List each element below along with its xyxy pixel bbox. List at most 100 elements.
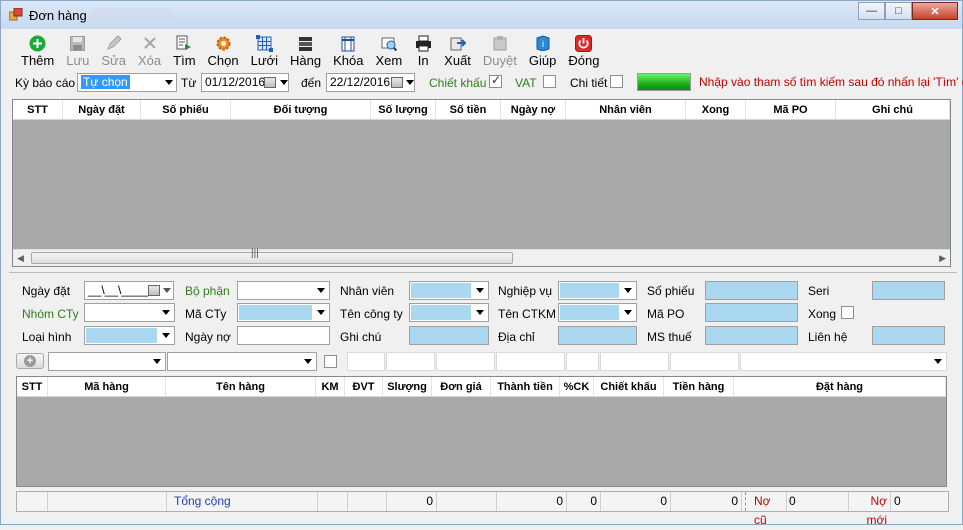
add-button[interactable]: Thêm (15, 33, 60, 69)
business-select[interactable] (558, 281, 637, 300)
lock-icon (339, 34, 357, 52)
voucher-label: Số phiếu (647, 284, 695, 298)
orders-grid[interactable]: STT Ngày đặt Số phiếu Đối tượng Số lượng… (12, 99, 951, 267)
edit-button[interactable]: Sửa (95, 33, 132, 69)
col-qty[interactable]: Số lượng (371, 100, 436, 119)
chevron-down-icon (153, 359, 161, 364)
unit-cell[interactable] (347, 352, 385, 371)
maximize-button[interactable]: □ (885, 2, 912, 20)
col-stt[interactable]: STT (13, 100, 63, 119)
company-name-select[interactable] (409, 303, 489, 322)
items-button[interactable]: Hàng (284, 33, 327, 69)
add-item-button[interactable]: + (16, 353, 44, 369)
detail-checkbox[interactable] (610, 75, 623, 88)
col-customer[interactable]: Đối tượng (231, 100, 371, 119)
title-bar[interactable]: Đơn hàng — □ ✕ (1, 1, 962, 29)
price-cell[interactable] (436, 352, 495, 371)
promo-label: Tên CTKM (498, 307, 557, 321)
period-select[interactable]: Tự chọn (77, 73, 177, 92)
grid-icon (255, 34, 273, 52)
debt-date-field[interactable] (237, 326, 330, 345)
promo-item-checkbox[interactable] (324, 355, 337, 368)
order-date-picker[interactable]: __\__\____ (84, 281, 174, 300)
period-label: Kỳ báo cáo (15, 76, 76, 90)
amount-cell[interactable] (496, 352, 565, 371)
dept-select[interactable] (237, 281, 330, 300)
help-button[interactable]: i Giúp (523, 33, 562, 69)
vat-checkbox[interactable] (543, 75, 556, 88)
goods-cell[interactable] (670, 352, 739, 371)
items-grid[interactable]: STT Mã hàng Tên hàng KM ĐVT Slượng Đơn g… (16, 376, 947, 487)
done-label: Xong (808, 307, 837, 321)
pct-total: 0 (567, 492, 601, 511)
qty-cell[interactable] (386, 352, 435, 371)
grip-icon: ||| (251, 248, 259, 259)
col-unit-price[interactable]: Đơn giá (432, 377, 491, 396)
save-button[interactable]: Lưu (60, 33, 95, 69)
toolbar: Thêm Lưu Sửa Xóa Tìm Chọn Lưới Hàng Khóa… (15, 33, 605, 69)
item-code-select[interactable] (48, 352, 166, 371)
lock-button[interactable]: Khóa (327, 33, 369, 69)
type-select[interactable] (84, 326, 175, 345)
address-field[interactable] (558, 326, 637, 345)
pct-cell[interactable] (566, 352, 599, 371)
choose-button[interactable]: Chọn (202, 33, 245, 69)
x-icon (141, 34, 159, 52)
col-employee[interactable]: Nhân viên (566, 100, 686, 119)
old-debt-value: 0 (787, 492, 849, 511)
print-button[interactable]: In (408, 33, 438, 69)
col-unit[interactable]: ĐVT (345, 377, 383, 396)
scroll-right-icon[interactable]: ▶ (939, 253, 946, 264)
employee-select[interactable] (409, 281, 489, 300)
serial-field[interactable] (872, 281, 945, 300)
col-voucher[interactable]: Số phiếu (141, 100, 231, 119)
tax-field[interactable] (705, 326, 798, 345)
view-button[interactable]: Xem (369, 33, 408, 69)
col-debt-date[interactable]: Ngày nợ (501, 100, 566, 119)
contact-field[interactable] (872, 326, 945, 345)
company-code-select[interactable] (237, 303, 330, 322)
voucher-field[interactable] (705, 281, 798, 300)
done-checkbox[interactable] (841, 306, 854, 319)
col-stt[interactable]: STT (17, 377, 48, 396)
col-discount[interactable]: Chiết khấu (594, 377, 664, 396)
item-name-select[interactable] (167, 352, 317, 371)
scroll-left-icon[interactable]: ◀ (17, 253, 24, 264)
close-window-button[interactable]: ✕ (912, 2, 958, 20)
col-ordered[interactable]: Đặt hàng (734, 377, 946, 396)
col-promo[interactable]: KM (316, 377, 345, 396)
col-po[interactable]: Mã PO (746, 100, 836, 119)
close-button[interactable]: Đóng (562, 33, 605, 69)
col-line-amount[interactable]: Thành tiền (491, 377, 560, 396)
note-field[interactable] (409, 326, 489, 345)
delete-button[interactable]: Xóa (132, 33, 167, 69)
promo-select[interactable] (558, 303, 637, 322)
export-icon (449, 34, 467, 52)
col-amount[interactable]: Số tiền (436, 100, 501, 119)
col-item-name[interactable]: Tên hàng (166, 377, 316, 396)
col-goods[interactable]: Tiền hàng (664, 377, 734, 396)
from-date-picker[interactable]: 01/12/2016 (201, 73, 289, 92)
minimize-button[interactable]: — (858, 2, 885, 20)
export-button[interactable]: Xuất (438, 33, 477, 69)
company-group-label: Nhóm CTy (22, 307, 79, 321)
col-done[interactable]: Xong (686, 100, 746, 119)
grid-button[interactable]: Lưới (245, 33, 284, 69)
to-date-picker[interactable]: 22/12/2016 (326, 73, 415, 92)
order-note-select[interactable] (740, 352, 947, 371)
orders-grid-scrollbar[interactable]: ◀ ||| ▶ (13, 248, 950, 266)
find-button[interactable]: Tìm (167, 33, 201, 69)
col-note[interactable]: Ghi chú (836, 100, 950, 119)
col-order-date[interactable]: Ngày đặt (63, 100, 141, 119)
discount-checkbox[interactable] (489, 73, 502, 88)
section-divider (9, 272, 957, 273)
col-quantity[interactable]: Slượng (383, 377, 432, 396)
po-field[interactable] (705, 303, 798, 322)
col-pct[interactable]: %CK (560, 377, 594, 396)
approve-button[interactable]: Duyệt (477, 33, 523, 69)
discount-cell[interactable] (600, 352, 669, 371)
company-group-select[interactable] (84, 303, 175, 322)
amount-total: 0 (497, 492, 567, 511)
col-item-code[interactable]: Mã hàng (48, 377, 166, 396)
scroll-thumb[interactable] (31, 252, 513, 264)
